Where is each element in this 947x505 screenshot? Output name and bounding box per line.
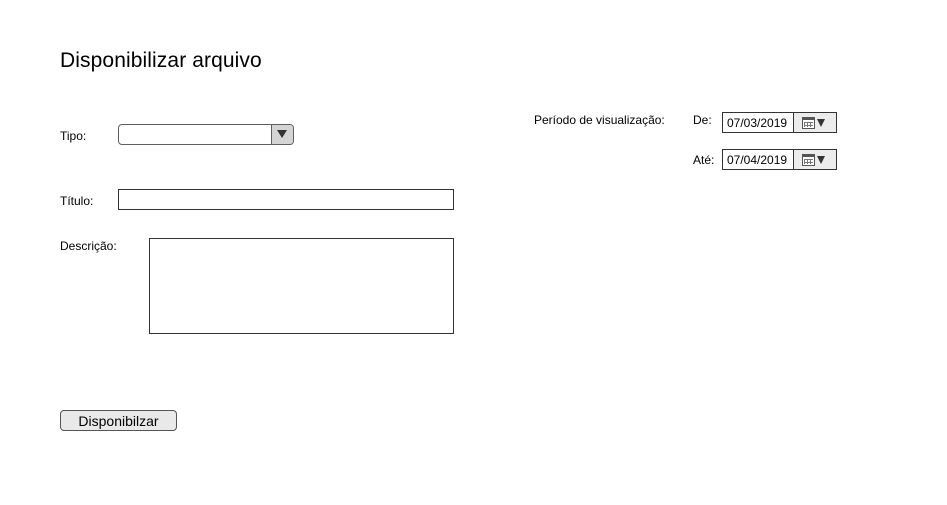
de-date-picker[interactable]: 07/03/2019 [722, 112, 837, 133]
periodo-label: Período de visualização: [534, 113, 665, 127]
de-calendar-button[interactable] [793, 113, 836, 132]
tipo-select[interactable] [118, 124, 294, 145]
chevron-down-icon [817, 156, 825, 164]
calendar-icon [802, 154, 815, 166]
de-label: De: [693, 113, 712, 127]
ate-label: Até: [693, 153, 715, 167]
titulo-input[interactable] [118, 189, 454, 210]
descricao-label: Descrição: [60, 239, 117, 253]
tipo-dropdown-button[interactable] [271, 125, 293, 144]
titulo-label: Título: [60, 194, 94, 208]
ate-date-picker[interactable]: 07/04/2019 [722, 149, 837, 170]
ate-calendar-button[interactable] [793, 150, 836, 169]
chevron-down-icon [277, 130, 287, 138]
descricao-textarea[interactable] [149, 238, 454, 334]
ate-date-value: 07/04/2019 [727, 153, 788, 167]
disponibilizar-button[interactable]: Disponibilzar [60, 410, 177, 431]
chevron-down-icon [817, 119, 825, 127]
calendar-icon [802, 117, 815, 129]
de-date-value: 07/03/2019 [727, 116, 788, 130]
page: Disponibilizar arquivo Tipo: Título: Des… [0, 0, 947, 505]
page-title: Disponibilizar arquivo [60, 49, 262, 72]
tipo-label: Tipo: [60, 129, 87, 143]
